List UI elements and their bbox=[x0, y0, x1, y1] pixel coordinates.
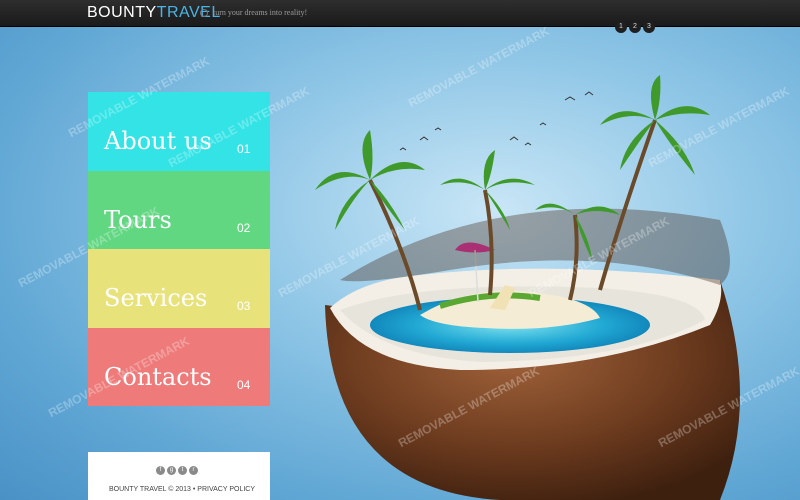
copyright-text: BOUNTY TRAVEL © 2013 bbox=[109, 486, 191, 493]
menu-item-number: 01 bbox=[237, 142, 251, 156]
menu-item-tours[interactable]: Tours 02 bbox=[88, 170, 270, 249]
copyright: BOUNTY TRAVEL © 2013 • PRIVACY POLICY bbox=[109, 486, 255, 493]
slogan: turn your dreams into reality! bbox=[213, 8, 308, 17]
social-links: f g t r bbox=[156, 466, 198, 475]
main-menu: About us 01 Tours 02 Services 03 Contact… bbox=[88, 92, 270, 406]
circle-separator-icon bbox=[200, 9, 208, 17]
menu-item-number: 03 bbox=[237, 299, 251, 313]
footer-box: f g t r BOUNTY TRAVEL © 2013 • PRIVACY P… bbox=[88, 452, 270, 500]
top-bar: BOUNTYTRAVEL turn your dreams into reali… bbox=[0, 0, 800, 27]
slide-dot-2[interactable]: 2 bbox=[629, 21, 641, 33]
slider-pagination: 1 2 3 bbox=[615, 21, 655, 33]
facebook-icon[interactable]: f bbox=[156, 466, 165, 475]
menu-item-services[interactable]: Services 03 bbox=[88, 249, 270, 328]
menu-item-label: Tours bbox=[104, 205, 172, 234]
twitter-icon[interactable]: t bbox=[178, 466, 187, 475]
coconut-island-image bbox=[315, 75, 740, 500]
menu-item-about-us[interactable]: About us 01 bbox=[88, 92, 270, 171]
slide-dot-1[interactable]: 1 bbox=[615, 21, 627, 33]
menu-item-contacts[interactable]: Contacts 04 bbox=[88, 327, 270, 406]
menu-item-label: Contacts bbox=[104, 362, 212, 391]
rss-icon[interactable]: r bbox=[189, 466, 198, 475]
logo-travel: TRAVEL bbox=[156, 4, 221, 21]
privacy-policy-link[interactable]: PRIVACY POLICY bbox=[197, 486, 255, 493]
menu-item-number: 04 bbox=[237, 377, 251, 392]
google-plus-icon[interactable]: g bbox=[167, 466, 176, 475]
slide-dot-3[interactable]: 3 bbox=[643, 21, 655, 33]
footer-separator: • bbox=[192, 486, 196, 493]
menu-item-number: 02 bbox=[237, 220, 251, 235]
logo-bounty: BOUNTY bbox=[87, 4, 157, 21]
menu-item-label: About us bbox=[104, 127, 212, 155]
menu-item-label: Services bbox=[104, 284, 208, 312]
